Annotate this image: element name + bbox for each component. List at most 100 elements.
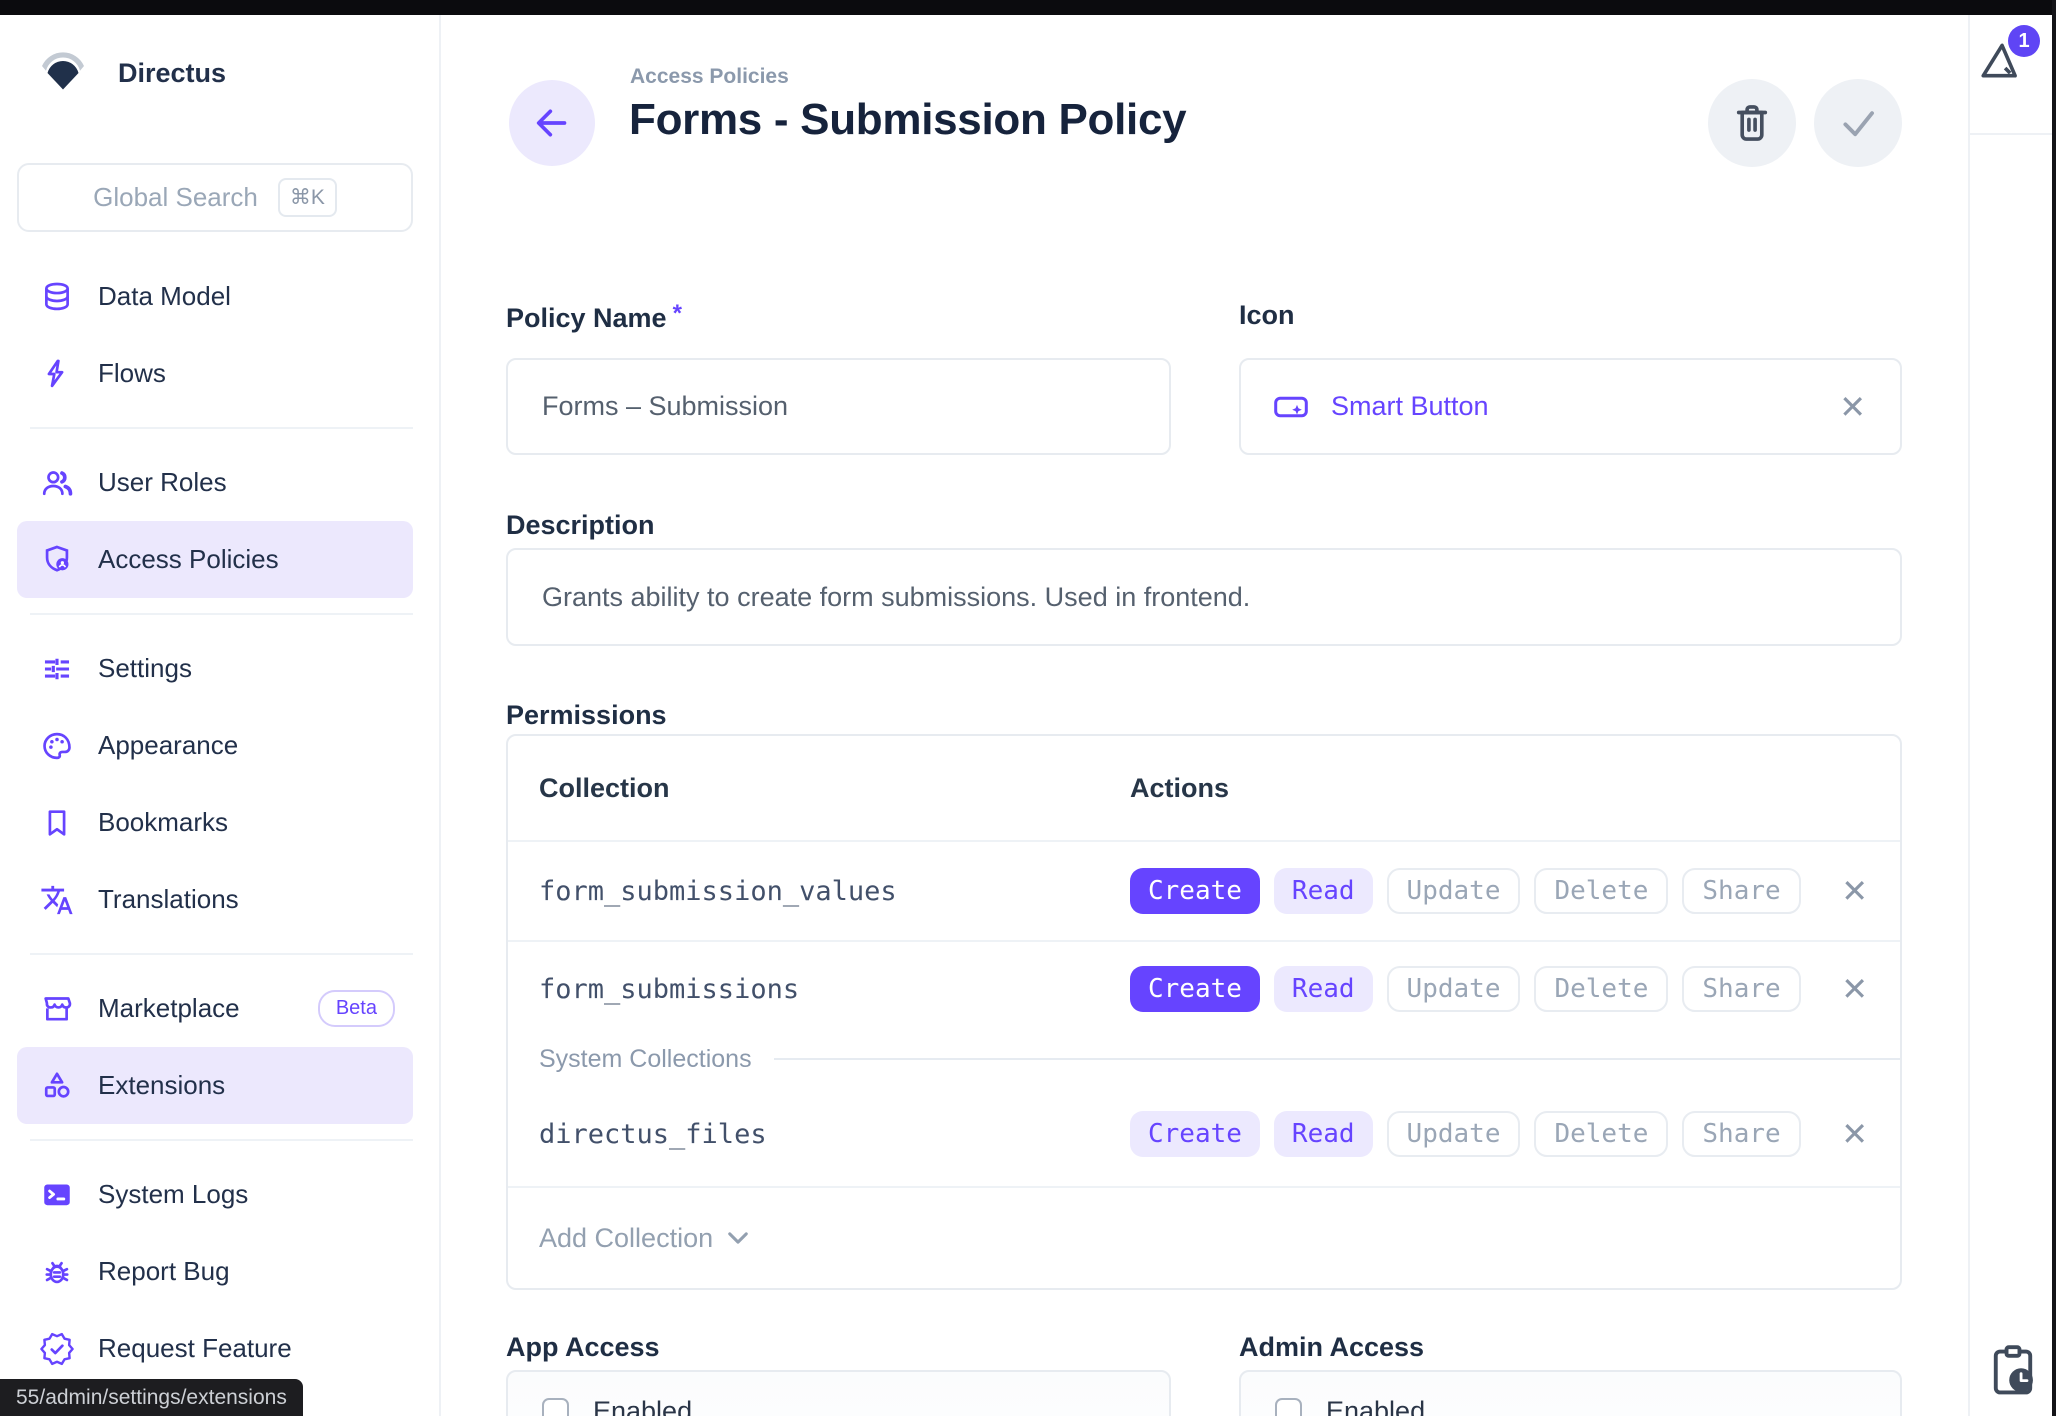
bookmark-icon bbox=[40, 806, 74, 840]
sidebar-item-flows[interactable]: Flows bbox=[17, 335, 413, 412]
sidebar-item-bookmarks[interactable]: Bookmarks bbox=[17, 784, 413, 861]
read-chip[interactable]: Read bbox=[1274, 1111, 1373, 1157]
delete-chip[interactable]: Delete bbox=[1534, 966, 1668, 1012]
brand-name: Directus bbox=[118, 58, 226, 89]
admin-access-checkbox-label: Enabled bbox=[1326, 1396, 1425, 1416]
remove-row-icon[interactable]: ✕ bbox=[1841, 1118, 1868, 1150]
check-icon bbox=[1837, 105, 1879, 141]
admin-access-checkbox[interactable] bbox=[1275, 1398, 1302, 1416]
sidebar-item-appearance[interactable]: Appearance bbox=[17, 707, 413, 784]
description-input[interactable]: Grants ability to create form submission… bbox=[506, 548, 1902, 646]
sidebar-divider bbox=[30, 427, 413, 429]
sidebar-item-request-feature[interactable]: Request Feature bbox=[17, 1310, 413, 1387]
sidebar-item-data-model[interactable]: Data Model bbox=[17, 258, 413, 335]
brand-row[interactable]: Directus bbox=[36, 53, 439, 93]
icon-input[interactable]: Smart Button ✕ bbox=[1239, 358, 1902, 455]
app-access-checkbox-label: Enabled bbox=[593, 1396, 692, 1416]
remove-row-icon[interactable]: ✕ bbox=[1841, 875, 1868, 907]
shield-user-icon bbox=[40, 543, 74, 577]
sidebar-divider bbox=[30, 1139, 413, 1141]
translate-icon bbox=[40, 883, 74, 917]
notification-button[interactable]: 1 bbox=[1976, 35, 2022, 85]
collection-name: directus_files bbox=[539, 1119, 767, 1150]
sidebar: Directus Global Search ⌘K Data Model bbox=[0, 15, 441, 1416]
admin-access-label: Admin Access bbox=[1239, 1332, 1424, 1363]
add-collection-row[interactable]: Add Collection bbox=[508, 1186, 1900, 1288]
action-chips: Create Read Update Delete Share bbox=[1130, 868, 1801, 914]
read-chip[interactable]: Read bbox=[1274, 868, 1373, 914]
screen-right-edge bbox=[2052, 0, 2056, 1416]
sidebar-item-translations[interactable]: Translations bbox=[17, 861, 413, 938]
update-chip[interactable]: Update bbox=[1387, 1111, 1521, 1157]
shapes-icon bbox=[40, 1069, 74, 1103]
collection-name: form_submissions bbox=[539, 974, 799, 1005]
update-chip[interactable]: Update bbox=[1387, 966, 1521, 1012]
notification-count-badge: 1 bbox=[2008, 25, 2040, 57]
update-chip[interactable]: Update bbox=[1387, 868, 1521, 914]
share-chip[interactable]: Share bbox=[1682, 868, 1800, 914]
admin-access-box: Enabled bbox=[1239, 1370, 1902, 1416]
activity-button[interactable] bbox=[1970, 1344, 2056, 1400]
users-icon bbox=[40, 466, 74, 500]
bug-icon bbox=[40, 1255, 74, 1289]
sidebar-item-report-bug[interactable]: Report Bug bbox=[17, 1233, 413, 1310]
description-value: Grants ability to create form submission… bbox=[542, 582, 1250, 613]
page-title: Forms - Submission Policy bbox=[629, 95, 1186, 145]
status-url-tooltip: 55/admin/settings/extensions bbox=[0, 1379, 303, 1416]
sidebar-divider bbox=[30, 613, 413, 615]
share-chip[interactable]: Share bbox=[1682, 966, 1800, 1012]
app-window: Directus Global Search ⌘K Data Model bbox=[0, 0, 2056, 1416]
tune-icon bbox=[40, 652, 74, 686]
column-header-actions: Actions bbox=[1130, 773, 1229, 804]
icon-value: Smart Button bbox=[1331, 391, 1489, 422]
create-chip[interactable]: Create bbox=[1130, 868, 1260, 914]
back-button[interactable] bbox=[509, 80, 595, 166]
share-chip[interactable]: Share bbox=[1682, 1111, 1800, 1157]
action-chips: Create Read Update Delete Share bbox=[1130, 1111, 1801, 1157]
trash-icon bbox=[1732, 102, 1772, 144]
read-chip[interactable]: Read bbox=[1274, 966, 1373, 1012]
sidebar-item-access-policies[interactable]: Access Policies bbox=[17, 521, 413, 598]
policy-name-label: Policy Name* bbox=[506, 300, 682, 334]
permissions-label: Permissions bbox=[506, 700, 667, 731]
permissions-header-row: Collection Actions bbox=[508, 736, 1900, 840]
system-collections-divider: System Collections bbox=[508, 1036, 1900, 1082]
permission-row: form_submission_values Create Read Updat… bbox=[508, 840, 1900, 940]
sidebar-divider bbox=[30, 953, 413, 955]
app-access-box: Enabled bbox=[506, 1370, 1171, 1416]
beta-badge: Beta bbox=[318, 990, 395, 1027]
delete-chip[interactable]: Delete bbox=[1534, 1111, 1668, 1157]
create-chip[interactable]: Create bbox=[1130, 966, 1260, 1012]
app-access-checkbox[interactable] bbox=[542, 1398, 569, 1416]
bolt-icon bbox=[40, 357, 74, 391]
notifications-section[interactable]: 1 bbox=[1970, 15, 2056, 135]
icon-label: Icon bbox=[1239, 300, 1295, 331]
delete-button[interactable] bbox=[1708, 79, 1796, 167]
save-button[interactable] bbox=[1814, 79, 1902, 167]
permissions-table: Collection Actions form_submission_value… bbox=[506, 734, 1902, 1290]
sidebar-item-settings[interactable]: Settings bbox=[17, 630, 413, 707]
policy-name-input[interactable]: Forms – Submission bbox=[506, 358, 1171, 455]
terminal-icon bbox=[40, 1178, 74, 1212]
sidebar-item-system-logs[interactable]: System Logs bbox=[17, 1156, 413, 1233]
smart-button-icon bbox=[1273, 389, 1309, 425]
create-chip[interactable]: Create bbox=[1130, 1111, 1260, 1157]
required-star: * bbox=[673, 300, 682, 327]
clear-icon-button[interactable]: ✕ bbox=[1839, 391, 1866, 423]
sidebar-nav: Data Model Flows User Role bbox=[0, 258, 439, 1387]
database-icon bbox=[40, 280, 74, 314]
arrow-left-icon bbox=[532, 106, 572, 140]
search-placeholder: Global Search bbox=[93, 182, 258, 213]
sidebar-item-marketplace[interactable]: Marketplace Beta bbox=[17, 970, 413, 1047]
remove-row-icon[interactable]: ✕ bbox=[1841, 973, 1868, 1005]
description-label: Description bbox=[506, 510, 655, 541]
global-search-input[interactable]: Global Search ⌘K bbox=[17, 163, 413, 232]
action-chips: Create Read Update Delete Share bbox=[1130, 966, 1801, 1012]
delete-chip[interactable]: Delete bbox=[1534, 868, 1668, 914]
breadcrumb[interactable]: Access Policies bbox=[630, 65, 789, 89]
right-sidebar: 1 bbox=[1968, 15, 2056, 1416]
permission-row: form_submissions Create Read Update Dele… bbox=[508, 940, 1900, 1036]
sidebar-item-user-roles[interactable]: User Roles bbox=[17, 444, 413, 521]
permission-row: directus_files Create Read Update Delete… bbox=[508, 1082, 1900, 1186]
sidebar-item-extensions[interactable]: Extensions bbox=[17, 1047, 413, 1124]
